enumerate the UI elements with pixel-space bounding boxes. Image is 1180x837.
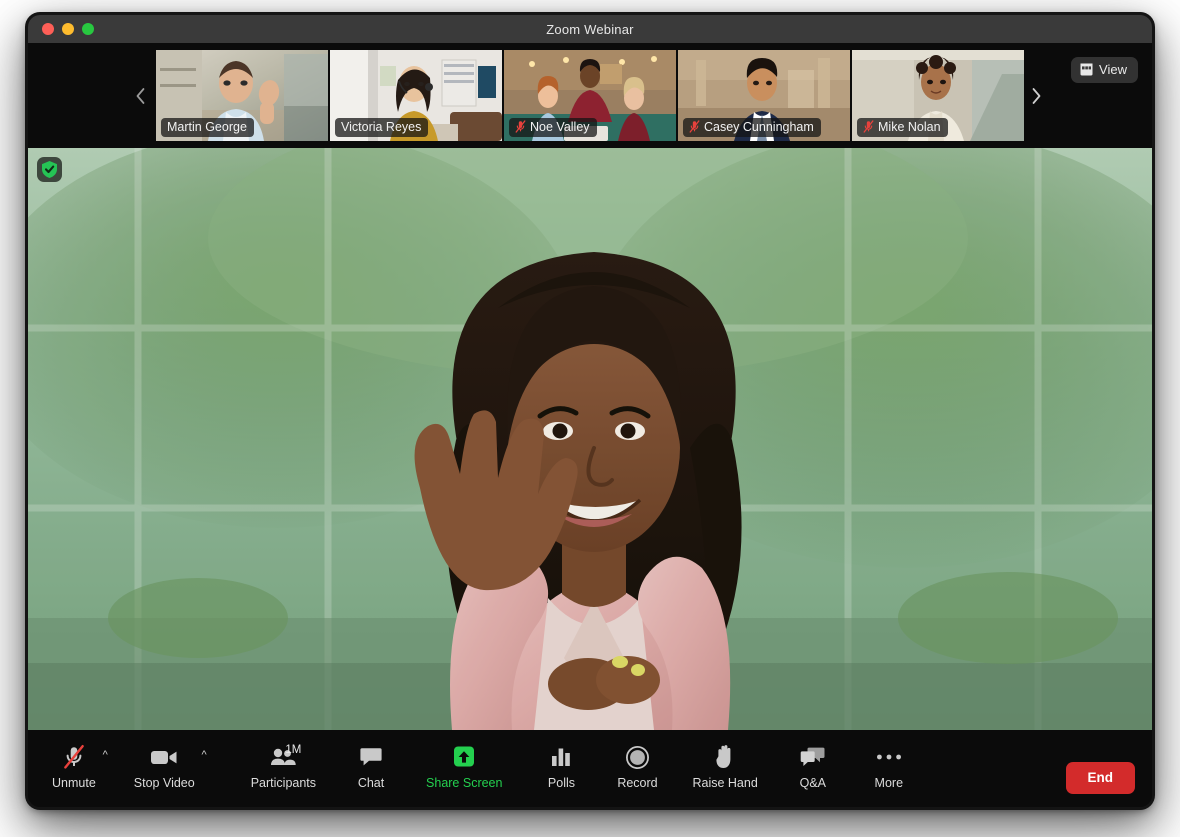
thumbnail-list: Martin George — [156, 50, 1024, 141]
minimize-button[interactable] — [62, 23, 74, 35]
zoom-webinar-window: Zoom Webinar — [28, 15, 1152, 807]
encryption-status-badge[interactable] — [37, 157, 62, 182]
qa-label: Q&A — [800, 776, 826, 790]
record-icon — [625, 742, 650, 772]
zoom-button[interactable] — [82, 23, 94, 35]
view-button[interactable]: View — [1071, 57, 1138, 83]
grid-view-icon — [1080, 63, 1093, 76]
raise-hand-label: Raise Hand — [692, 776, 757, 790]
record-label: Record — [617, 776, 657, 790]
participants-label: Participants — [251, 776, 316, 790]
meeting-toolbar: Unmute ^ Stop Video ^ — [28, 730, 1152, 807]
share-screen-icon — [451, 742, 477, 772]
participant-name-tag-2: Noe Valley — [509, 118, 597, 137]
close-button[interactable] — [42, 23, 54, 35]
qa-bubbles-icon — [800, 742, 826, 772]
chat-bubble-icon — [359, 742, 383, 772]
participant-name-tag-4: Mike Nolan — [857, 118, 948, 137]
video-options-chevron-icon[interactable]: ^ — [202, 750, 207, 761]
stop-video-label: Stop Video — [134, 776, 195, 790]
mic-off-icon — [863, 120, 874, 133]
polls-button[interactable]: Polls — [534, 738, 588, 790]
thumbnail-participant-4[interactable]: Mike Nolan — [852, 50, 1024, 141]
thumbnail-participant-2[interactable]: Noe Valley — [504, 50, 676, 141]
mic-off-icon — [62, 742, 86, 772]
participant-name-2: Noe Valley — [530, 120, 590, 134]
participants-count: 1M — [285, 744, 301, 756]
audio-options-chevron-icon[interactable]: ^ — [103, 750, 108, 761]
window-title: Zoom Webinar — [28, 22, 1152, 37]
participant-name-4: Mike Nolan — [878, 120, 941, 134]
view-button-label: View — [1099, 62, 1127, 77]
participant-name-tag-1: Victoria Reyes — [335, 118, 428, 137]
title-bar: Zoom Webinar — [28, 15, 1152, 43]
polls-label: Polls — [548, 776, 575, 790]
participant-name-1: Victoria Reyes — [341, 120, 421, 134]
record-button[interactable]: Record — [610, 738, 664, 790]
thumbnail-participant-1[interactable]: Victoria Reyes — [330, 50, 502, 141]
hand-icon — [714, 742, 736, 772]
unmute-button[interactable]: Unmute ^ — [46, 738, 102, 790]
more-label: More — [875, 776, 903, 790]
participant-name-tag-0: Martin George — [161, 118, 254, 137]
thumbnail-participant-3[interactable]: Casey Cunningham — [678, 50, 850, 141]
unmute-label: Unmute — [52, 776, 96, 790]
more-button[interactable]: More — [862, 738, 916, 790]
bar-chart-icon — [550, 742, 572, 772]
filmstrip-prev-icon[interactable] — [120, 43, 160, 148]
qa-button[interactable]: Q&A — [786, 738, 840, 790]
chat-button[interactable]: Chat — [344, 738, 398, 790]
chat-label: Chat — [358, 776, 384, 790]
end-button[interactable]: End — [1066, 762, 1136, 794]
participant-name-0: Martin George — [167, 120, 247, 134]
participant-name-tag-3: Casey Cunningham — [683, 118, 821, 137]
stop-video-button[interactable]: Stop Video ^ — [128, 738, 201, 790]
video-icon — [150, 742, 178, 772]
participant-filmstrip: Martin George — [28, 43, 1152, 148]
mic-off-icon — [515, 120, 526, 133]
traffic-lights — [42, 23, 94, 35]
share-screen-button[interactable]: Share Screen — [420, 738, 508, 790]
thumbnail-participant-0[interactable]: Martin George — [156, 50, 328, 141]
main-video-feed — [28, 148, 1152, 730]
participants-button[interactable]: 1M Participants — [245, 738, 322, 790]
share-screen-label: Share Screen — [426, 776, 502, 790]
participant-name-3: Casey Cunningham — [704, 120, 814, 134]
shield-check-icon — [41, 160, 58, 179]
ellipsis-icon — [876, 742, 902, 772]
raise-hand-button[interactable]: Raise Hand — [686, 738, 763, 790]
mic-off-icon — [689, 120, 700, 133]
active-speaker-stage[interactable] — [28, 148, 1152, 730]
filmstrip-next-icon[interactable] — [1016, 43, 1056, 148]
